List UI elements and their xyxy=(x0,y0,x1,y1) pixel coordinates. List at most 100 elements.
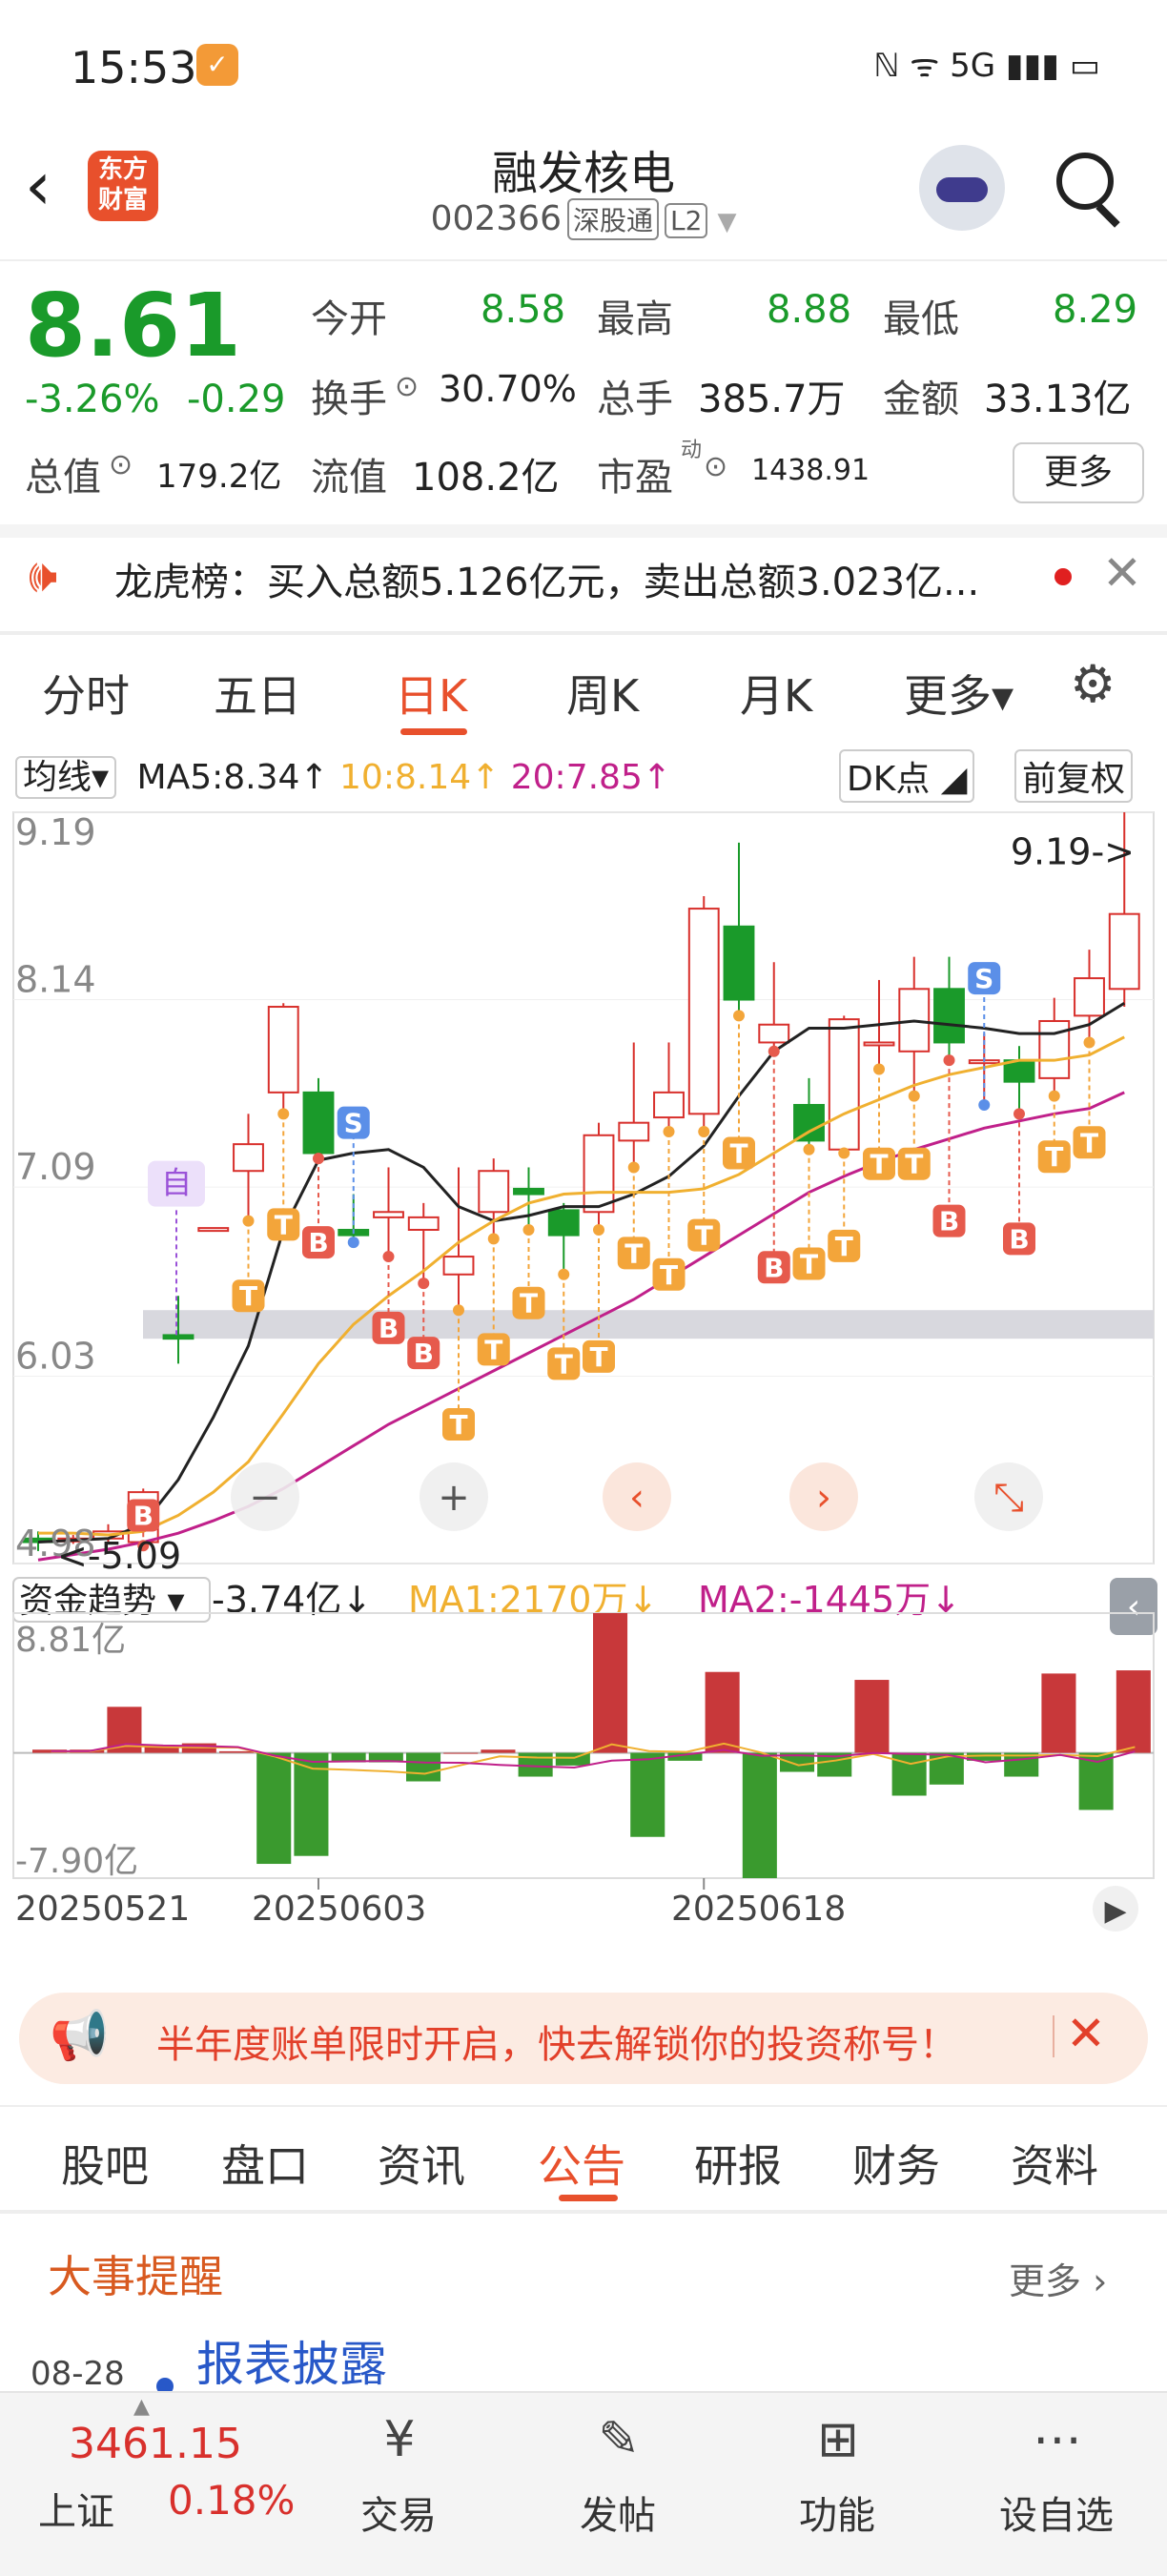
chart-control-label: ⤡ xyxy=(993,1476,1024,1520)
play-icon: ▶ xyxy=(1104,1894,1126,1928)
post-icon[interactable]: ✎ xyxy=(585,2406,652,2473)
close-icon[interactable]: ✕ xyxy=(1066,2006,1106,2061)
ma10-line xyxy=(38,1035,1125,1537)
tab-daily-k[interactable]: 日K xyxy=(395,662,467,725)
kline-chart[interactable]: BTTBSBBTTTT TTTTTB TTT TBSBT T自 9.198.147.09… xyxy=(0,801,1167,1973)
fund-bar xyxy=(443,1752,479,1754)
signal-dot xyxy=(978,1098,991,1111)
indicator-select[interactable]: 均线▾ xyxy=(15,756,117,799)
float-label: 流值 xyxy=(311,456,387,500)
fund-y-max: 8.81亿 xyxy=(15,1621,126,1660)
signal-badge-label: B xyxy=(764,1252,784,1283)
signal-dot xyxy=(522,1223,535,1236)
candle-body xyxy=(233,1143,264,1173)
info-icon[interactable]: ⊙ xyxy=(395,370,419,403)
signal-badge-label: T xyxy=(484,1334,502,1365)
level2-tag: L2 xyxy=(665,203,708,238)
signal-dot xyxy=(313,1153,324,1165)
trade-icon[interactable]: ¥ xyxy=(366,2406,433,2473)
system-status-icons: ℕ ᯤ 5G ▮▮▮ ▭ xyxy=(873,47,1100,85)
gear-icon[interactable]: ⚙ xyxy=(1070,654,1116,714)
ma20-value: 20:7.85↑ xyxy=(510,758,672,797)
fund-bar xyxy=(630,1752,665,1837)
events-more-link[interactable]: 更多 › xyxy=(1009,2252,1107,2304)
fund-bar xyxy=(406,1752,441,1782)
close-icon[interactable]: ✕ xyxy=(1102,545,1142,601)
index-value[interactable]: 3461.15 xyxy=(69,2420,242,2468)
signal-badge-label: T xyxy=(905,1149,923,1180)
pe-label: 市盈 xyxy=(597,456,673,500)
dk-point-select[interactable]: DK点 ◢ xyxy=(839,749,975,803)
signal-dot xyxy=(698,1126,710,1138)
candle-body xyxy=(197,1227,230,1233)
signal-badge-label: T xyxy=(1045,1141,1063,1173)
functions-label[interactable]: 功能 xyxy=(761,2484,913,2540)
candle-body xyxy=(828,1018,860,1151)
events-title: 大事提醒 xyxy=(48,2251,223,2302)
tab-profile[interactable]: 资料 xyxy=(1011,2132,1098,2195)
event-title[interactable]: 报表披露 xyxy=(196,2326,387,2395)
add-watchlist-icon[interactable]: ⋯ xyxy=(1024,2406,1091,2473)
tab-monthly-k[interactable]: 月K xyxy=(740,662,812,725)
signal-dot xyxy=(733,1010,745,1022)
info-icon[interactable]: ⊙ xyxy=(109,448,133,481)
signal-dot xyxy=(382,1251,395,1263)
signal-dot xyxy=(908,1090,920,1102)
candle-body xyxy=(442,1256,475,1276)
tab-more[interactable]: 更多▾ xyxy=(904,662,1013,725)
tab-active-indicator xyxy=(400,728,467,735)
candle-body xyxy=(933,988,965,1044)
tab-finance[interactable]: 财务 xyxy=(852,2132,940,2195)
change-percent: -3.26% xyxy=(25,378,160,421)
candle-body xyxy=(478,1170,510,1214)
fund-value: -3.74亿↓ xyxy=(212,1579,372,1621)
signal-badge-label: T xyxy=(695,1220,713,1252)
post-label[interactable]: 发帖 xyxy=(542,2484,694,2540)
tab-intraday[interactable]: 分时 xyxy=(42,662,130,725)
signal-dot xyxy=(803,1143,815,1155)
current-price: 8.61 xyxy=(25,275,241,377)
candle-body xyxy=(1074,977,1105,1017)
pe-value: 1438.91 xyxy=(751,454,870,487)
price-band xyxy=(143,1310,1154,1339)
y-tick-label: 9.19 xyxy=(15,811,96,853)
tab-5day[interactable]: 五日 xyxy=(214,662,301,725)
tab-news[interactable]: 资讯 xyxy=(378,2132,465,2195)
y-tick-label: 6.03 xyxy=(15,1335,96,1377)
signal-dot xyxy=(593,1223,604,1236)
adjust-select[interactable]: 前复权 xyxy=(1014,749,1134,803)
quote-more-button[interactable]: 更多 xyxy=(1013,442,1144,503)
functions-icon[interactable]: ⊞ xyxy=(805,2406,871,2473)
signal-dot xyxy=(558,1268,570,1280)
divider xyxy=(1053,2015,1054,2057)
fund-bar xyxy=(891,1752,927,1796)
tab-guba[interactable]: 股吧 xyxy=(61,2132,149,2195)
chevron-down-icon[interactable]: ▼ xyxy=(717,208,736,236)
high-value: 8.88 xyxy=(767,288,852,332)
tab-announcements[interactable]: 公告 xyxy=(538,2132,625,2195)
fund-bar xyxy=(854,1680,890,1753)
tab-pankou[interactable]: 盘口 xyxy=(221,2132,309,2195)
tab-weekly-k[interactable]: 周K xyxy=(566,662,639,725)
signal-badge-label: T xyxy=(870,1149,888,1180)
signal-dot xyxy=(1083,1036,1095,1049)
promo-text[interactable]: 半年度账单限时开启，快去解锁你的投资称号！ xyxy=(156,2014,957,2069)
high-price-marker: 9.19-> xyxy=(1011,830,1135,872)
signal-dot xyxy=(487,1233,500,1245)
divider xyxy=(0,259,1167,261)
signal-badge-label: S xyxy=(974,963,993,994)
signal-badge-label: T xyxy=(555,1348,573,1380)
chart-control-label: + xyxy=(438,1476,470,1520)
index-pct[interactable]: 0.18% xyxy=(168,2477,295,2524)
info-icon[interactable]: ⊙ xyxy=(704,450,727,483)
unread-dot xyxy=(1054,568,1072,585)
signal-badge-label: T xyxy=(729,1138,747,1170)
candle-body xyxy=(653,1091,685,1119)
candle-body xyxy=(758,1023,790,1044)
tab-research[interactable]: 研报 xyxy=(694,2132,782,2195)
search-icon[interactable] xyxy=(1056,153,1114,210)
lhb-notice[interactable]: 龙虎榜：买入总额5.126亿元，卖出总额3.023亿... xyxy=(114,551,979,606)
index-name[interactable]: 上证 xyxy=(38,2481,114,2536)
trade-label[interactable]: 交易 xyxy=(322,2484,475,2540)
add-watchlist-label[interactable]: 设自选 xyxy=(980,2484,1133,2540)
